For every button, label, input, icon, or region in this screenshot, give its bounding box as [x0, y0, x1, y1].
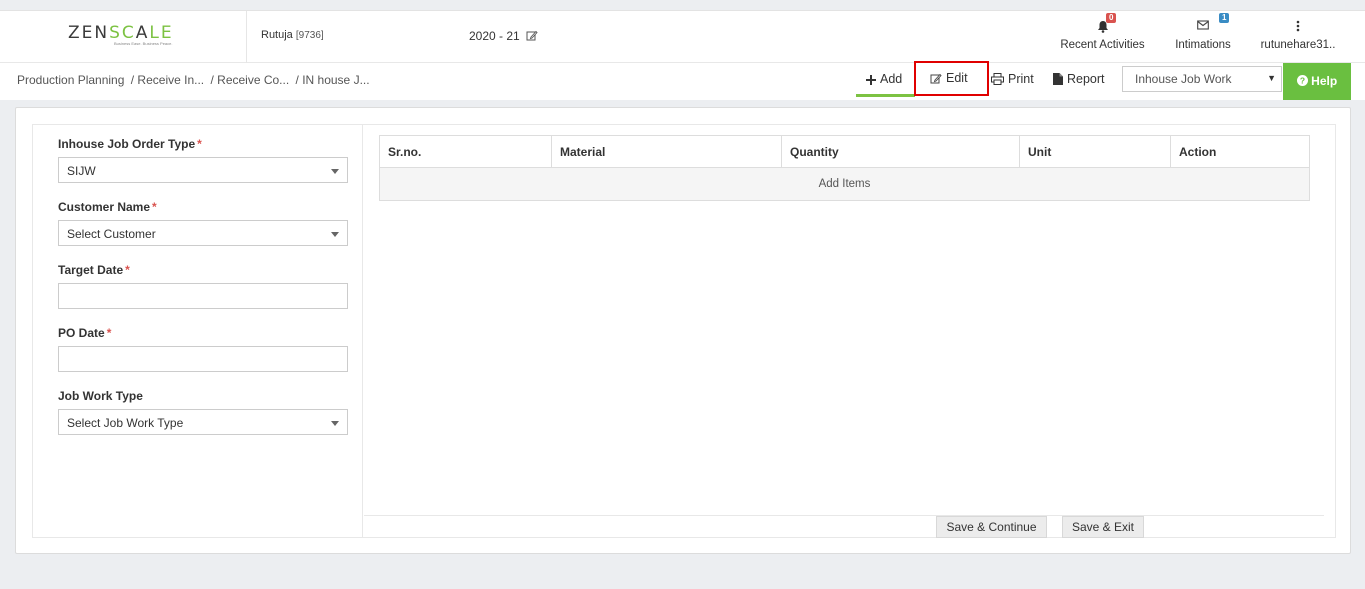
dropdown-arrow-icon: ▼ [1267, 73, 1276, 83]
save-exit-button[interactable]: Save & Exit [1062, 516, 1144, 538]
edit-icon[interactable] [526, 30, 538, 44]
customer-select[interactable]: Select Customer [58, 220, 348, 246]
user-code: [9736] [295, 30, 324, 41]
bell-icon: 0 [1060, 13, 1145, 35]
print-button[interactable]: Print [991, 71, 1034, 95]
po-date-label: PO Date * [58, 326, 112, 340]
fiscal-year-label: 2020 - 21 [469, 29, 520, 43]
recent-activities[interactable]: 0 Recent Activities [1060, 13, 1145, 51]
edit-label: Edit [946, 71, 968, 85]
col-header-unit: Unit [1019, 135, 1171, 168]
job-type-select[interactable]: Inhouse Job Work ▼ [1122, 66, 1282, 92]
col-header-quantity: Quantity [781, 135, 1020, 168]
add-items-button[interactable]: Add Items [379, 167, 1310, 201]
add-button[interactable]: Add [856, 71, 915, 97]
svg-text:?: ? [1300, 76, 1305, 86]
question-circle-icon: ? [1296, 75, 1308, 86]
col-header-material: Material [551, 135, 782, 168]
print-label: Print [1008, 72, 1034, 86]
customer-value: Select Customer [67, 227, 156, 241]
main-panel: Inhouse Job Order Type * SIJW Customer Na… [15, 107, 1351, 554]
action-bar: Production Planning / Receive In... / Re… [0, 61, 1365, 100]
edit-button[interactable]: Edit [914, 61, 989, 96]
account-label: rutunehare31.. [1260, 39, 1336, 51]
help-button[interactable]: ? Help [1283, 63, 1351, 100]
breadcrumb-item[interactable]: / Receive Co... [210, 73, 289, 87]
printer-icon [991, 73, 1004, 85]
caret-down-icon [331, 232, 339, 237]
breadcrumb: Production Planning / Receive In... / Re… [17, 73, 373, 87]
help-label: Help [1311, 74, 1338, 88]
report-label: Report [1067, 72, 1105, 86]
form-container: Inhouse Job Order Type * SIJW Customer Na… [32, 124, 1336, 538]
intimations[interactable]: 1 Intimations [1172, 13, 1234, 51]
recent-activities-label: Recent Activities [1060, 39, 1145, 51]
logo[interactable]: ZENSCALE Business Ease. Business Peace. [0, 11, 247, 63]
intimations-count: 1 [1219, 13, 1230, 23]
col-header-srno: Sr.no. [379, 135, 552, 168]
logo-wordmark: ZENSCALE [68, 23, 174, 43]
more-vertical-icon [1260, 20, 1336, 35]
breadcrumb-item: / IN house J... [295, 73, 370, 87]
customer-label: Customer Name * [58, 200, 157, 214]
target-date-label: Target Date * [58, 263, 130, 277]
items-table: Sr.no. Material Quantity Unit Action Add… [379, 135, 1310, 201]
envelope-icon: 1 [1172, 13, 1234, 35]
plus-icon [866, 75, 876, 85]
order-type-select[interactable]: SIJW [58, 157, 348, 183]
file-icon [1053, 73, 1063, 85]
job-work-type-label: Job Work Type [58, 389, 143, 403]
order-type-value: SIJW [67, 164, 96, 178]
po-date-input[interactable] [58, 346, 348, 372]
job-work-type-select[interactable]: Select Job Work Type [58, 409, 348, 435]
caret-down-icon [331, 169, 339, 174]
account-menu[interactable]: rutunehare31.. [1260, 20, 1336, 51]
user-name: Rutuja [261, 29, 293, 41]
footer-divider [364, 515, 1324, 516]
recent-activities-count: 0 [1106, 13, 1117, 23]
breadcrumb-item[interactable]: Production Planning [17, 73, 124, 87]
table-header-row: Sr.no. Material Quantity Unit Action [379, 135, 1310, 168]
job-type-select-value: Inhouse Job Work [1135, 72, 1232, 86]
save-continue-button[interactable]: Save & Continue [936, 516, 1047, 538]
current-user: Rutuja [9736] [261, 29, 324, 41]
logo-tagline: Business Ease. Business Peace. [114, 41, 173, 46]
caret-down-icon [331, 421, 339, 426]
col-header-action: Action [1170, 135, 1310, 168]
job-work-type-value: Select Job Work Type [67, 416, 184, 430]
report-button[interactable]: Report [1053, 71, 1105, 95]
table-row: Add Items [379, 167, 1310, 201]
top-header: ZENSCALE Business Ease. Business Peace. … [0, 10, 1365, 63]
order-type-label: Inhouse Job Order Type * [58, 137, 202, 151]
fiscal-year[interactable]: 2020 - 21 [469, 29, 538, 44]
add-label: Add [880, 72, 903, 86]
order-form: Inhouse Job Order Type * SIJW Customer Na… [33, 125, 363, 537]
breadcrumb-item[interactable]: / Receive In... [131, 73, 204, 87]
edit-icon [930, 73, 942, 84]
intimations-label: Intimations [1175, 39, 1231, 51]
target-date-input[interactable] [58, 283, 348, 309]
